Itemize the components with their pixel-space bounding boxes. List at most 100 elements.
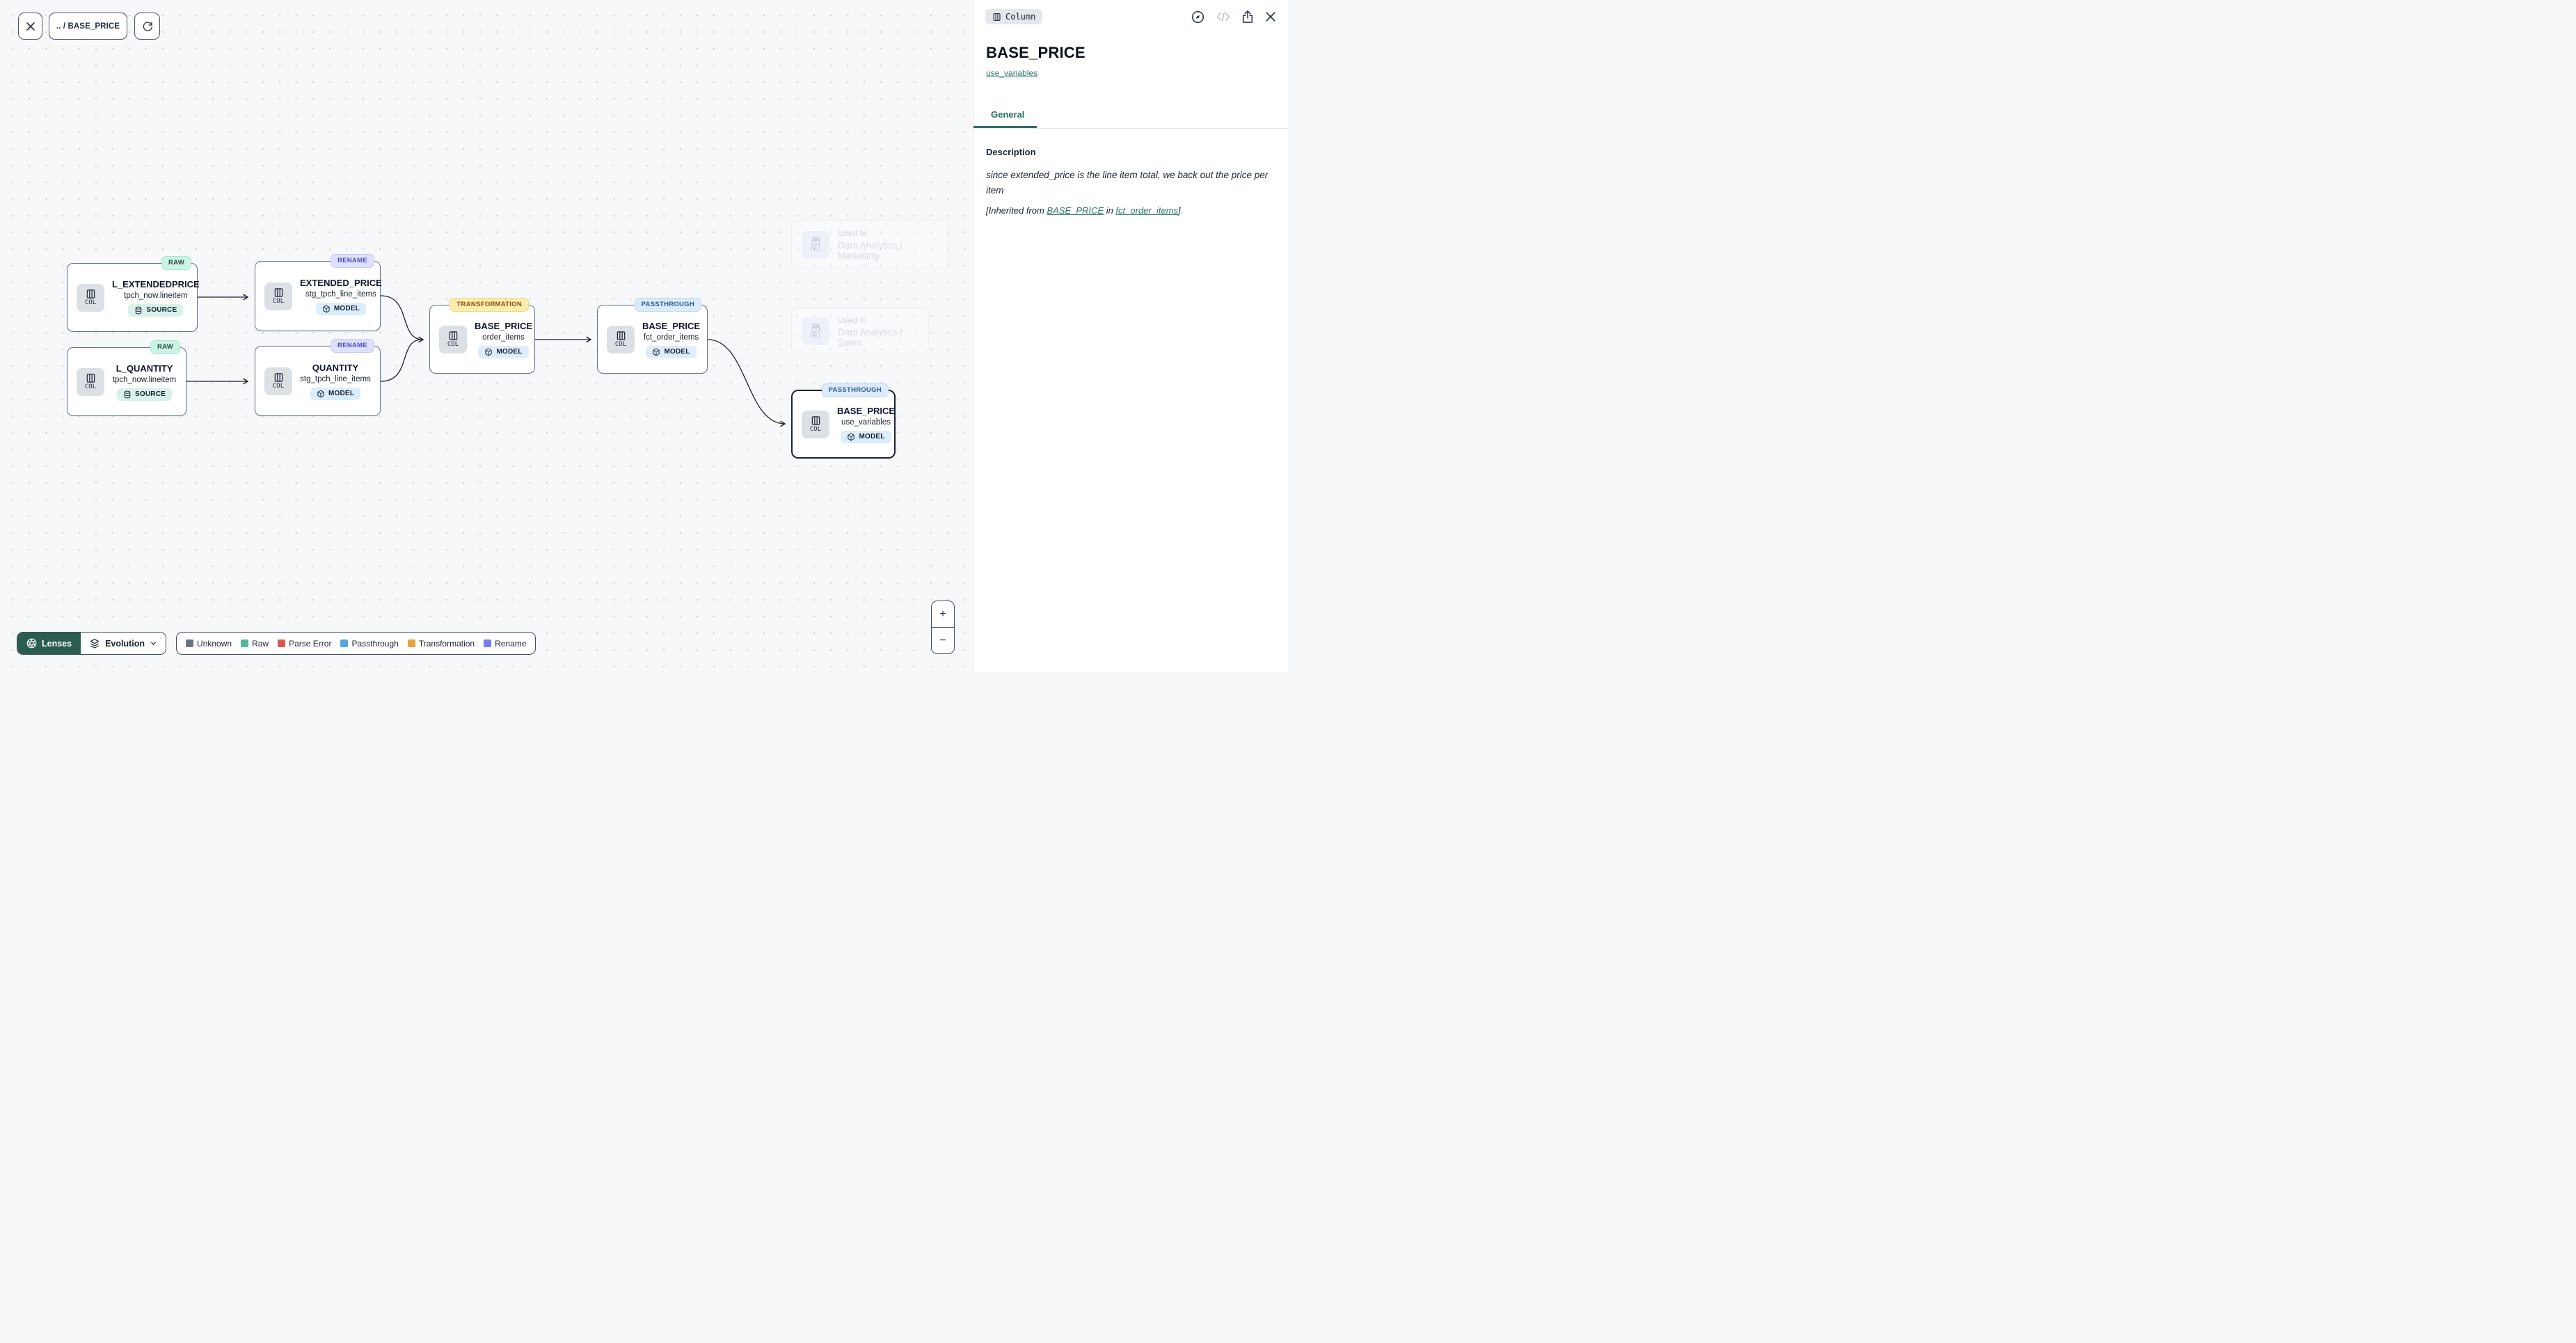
node-title: BASE_PRICE — [837, 406, 895, 416]
node-subtitle: stg_tpch_line_items — [300, 375, 371, 383]
model-cube-icon — [847, 433, 855, 441]
share-button[interactable] — [1241, 10, 1254, 24]
inherited-middle: in — [1104, 205, 1115, 216]
node-title: L_EXTENDEDPRICE — [112, 279, 200, 289]
lenses-label: Lenses — [42, 639, 72, 649]
column-kind-chip: COL — [607, 326, 635, 353]
chevron-down-icon — [150, 639, 157, 647]
description-text: since extended_price is the line item to… — [986, 168, 1275, 198]
column-kind-chip: COL — [264, 367, 292, 395]
node-kind-label: COL — [810, 427, 821, 433]
node-base-price-order-items[interactable]: TRANSFORMATION COL BASE_PRICE order_item… — [429, 305, 535, 374]
entity-type-chip: Column — [985, 9, 1042, 24]
used-in-name: Data Analytics | Sales — [838, 327, 919, 348]
node-type-pill: MODEL — [646, 346, 696, 358]
node-l-quantity[interactable]: RAW COL L_QUANTITY tpch_now.lineitem SOU… — [67, 347, 186, 416]
node-type-label: MODEL — [328, 390, 354, 397]
zoom-out-button[interactable]: − — [932, 628, 954, 653]
node-base-price-use-variables[interactable]: PASSTHROUGH COL BASE_PRICE use_variables… — [791, 390, 896, 459]
view-code-button[interactable] — [1216, 11, 1230, 22]
legend-swatch — [340, 639, 348, 647]
node-base-price-fct-order-items[interactable]: PASSTHROUGH COL BASE_PRICE fct_order_ite… — [597, 305, 708, 374]
close-graph-button[interactable] — [18, 13, 42, 40]
column-icon — [273, 287, 284, 298]
node-type-label: MODEL — [664, 348, 690, 356]
used-in-label: Used In — [838, 228, 939, 238]
close-panel-button[interactable] — [1265, 11, 1276, 22]
column-icon — [86, 373, 96, 383]
zoom-in-button[interactable]: + — [932, 601, 954, 628]
layers-icon — [89, 638, 100, 649]
node-subtitle: use_variables — [841, 418, 891, 427]
column-icon — [448, 331, 459, 341]
lenses-button[interactable]: Lenses — [17, 633, 81, 654]
node-kind-label: COL — [85, 384, 96, 390]
project-kind-chip: PRJ — [802, 317, 829, 345]
legend-swatch — [484, 639, 491, 647]
details-panel-header: Column — [973, 0, 1288, 31]
used-in-name: Data Analytics | Marketing — [838, 240, 939, 261]
column-icon — [86, 289, 96, 299]
model-cube-icon — [322, 305, 331, 313]
node-title: BASE_PRICE — [475, 321, 532, 331]
node-title: EXTENDED_PRICE — [300, 278, 382, 288]
inherited-model-link[interactable]: fct_order_items — [1115, 205, 1178, 216]
node-subtitle: fct_order_items — [644, 333, 699, 342]
database-icon — [123, 390, 132, 399]
ghost-node-used-in-sales[interactable]: PRJ Used In Data Analytics | Sales — [791, 308, 929, 354]
breadcrumb[interactable]: .. / BASE_PRICE — [49, 13, 127, 40]
tab-general[interactable]: General — [973, 104, 1037, 128]
lenses-control: Lenses Evolution — [17, 632, 166, 655]
legend-item-unknown: Unknown — [186, 639, 232, 649]
legend-item-passthrough: Passthrough — [340, 639, 398, 649]
model-cube-icon — [317, 390, 325, 398]
column-icon — [811, 415, 821, 426]
lens-legend: Unknown Raw Parse Error Passthrough Tran… — [176, 632, 536, 655]
node-type-pill: MODEL — [316, 303, 366, 315]
node-title: BASE_PRICE — [642, 321, 700, 331]
status-badge: PASSTHROUGH — [635, 298, 701, 312]
column-kind-chip: COL — [264, 283, 292, 310]
node-quantity[interactable]: RENAME COL QUANTITY stg_tpch_line_items … — [255, 346, 381, 416]
panel-title: BASE_PRICE — [986, 44, 1275, 62]
inherited-suffix: ] — [1178, 205, 1181, 216]
node-type-label: SOURCE — [135, 390, 166, 398]
legend-item-parse-error: Parse Error — [278, 639, 331, 649]
refresh-icon — [142, 21, 153, 32]
node-type-pill: MODEL — [310, 388, 360, 400]
code-icon — [1216, 11, 1230, 22]
status-badge: RENAME — [331, 339, 374, 353]
ghost-node-used-in-marketing[interactable]: PRJ Used In Data Analytics | Marketing — [791, 220, 949, 269]
status-badge: RENAME — [331, 254, 374, 268]
zoom-controls: + − — [931, 601, 955, 654]
node-kind-label: PRJ — [810, 334, 821, 340]
refresh-button[interactable] — [134, 13, 160, 40]
model-cube-icon — [484, 348, 493, 356]
lens-mode-label: Evolution — [105, 639, 145, 649]
legend-item-transformation: Transformation — [408, 639, 475, 649]
aperture-icon — [26, 638, 37, 649]
breadcrumb-label: .. / BASE_PRICE — [56, 22, 120, 31]
model-link[interactable]: use_variables — [986, 68, 1037, 78]
explore-button[interactable] — [1191, 10, 1205, 24]
database-icon — [134, 306, 143, 315]
model-cube-icon — [652, 348, 660, 356]
canvas-bottom-bar: Lenses Evolution Unknown Raw Parse E — [17, 632, 536, 655]
lens-mode-dropdown[interactable]: Evolution — [81, 633, 166, 654]
node-extended-price[interactable]: RENAME COL EXTENDED_PRICE stg_tpch_line_… — [255, 261, 381, 331]
status-badge: RAW — [150, 340, 180, 354]
node-type-label: MODEL — [496, 348, 522, 356]
legend-item-rename: Rename — [484, 639, 526, 649]
legend-swatch — [241, 639, 248, 647]
inherited-column-link[interactable]: BASE_PRICE — [1047, 205, 1104, 216]
node-kind-label: COL — [273, 299, 284, 305]
lineage-canvas[interactable]: .. / BASE_PRICE RAW COL L_EXTENDEDPRICE … — [0, 0, 973, 672]
node-kind-label: PRJ — [810, 247, 821, 253]
node-type-label: MODEL — [334, 305, 360, 312]
node-type-label: MODEL — [859, 433, 884, 440]
node-l-extendedprice[interactable]: RAW COL L_EXTENDEDPRICE tpch_now.lineite… — [67, 263, 198, 332]
status-badge: RAW — [161, 256, 191, 270]
status-badge: PASSTHROUGH — [822, 383, 889, 397]
node-title: QUANTITY — [312, 363, 358, 373]
panel-tabs: General — [973, 104, 1288, 129]
